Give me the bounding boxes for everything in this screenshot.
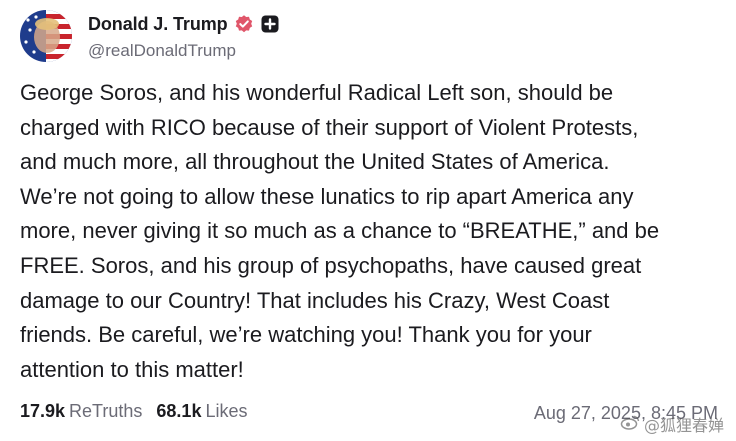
author-handle[interactable]: @realDonaldTrump — [88, 41, 236, 61]
post-card: Donald J. Trump @realDonaldTrump George … — [0, 0, 736, 441]
retruths-stat[interactable]: 17.9k ReTruths — [20, 401, 142, 422]
post-body-text: George Soros, and his wonderful Radical … — [20, 80, 660, 382]
author-name-row: Donald J. Trump — [88, 12, 280, 36]
verified-badge-icon — [234, 14, 254, 34]
retruths-count: 17.9k — [20, 401, 66, 421]
likes-count: 68.1k — [156, 401, 202, 421]
weibo-icon — [620, 414, 640, 434]
watermark: @狐狸春婵 — [620, 412, 724, 436]
likes-label: Likes — [205, 401, 248, 421]
avatar[interactable] — [20, 10, 72, 62]
post-stats: 17.9k ReTruths 68.1k Likes — [20, 401, 247, 422]
retruths-label: ReTruths — [69, 401, 143, 421]
likes-stat[interactable]: 68.1k Likes — [156, 401, 247, 422]
author-display-name[interactable]: Donald J. Trump — [88, 14, 228, 35]
avatar-image — [20, 10, 72, 62]
watermark-text: @狐狸春婵 — [643, 416, 724, 435]
plus-badge-icon — [260, 14, 280, 34]
